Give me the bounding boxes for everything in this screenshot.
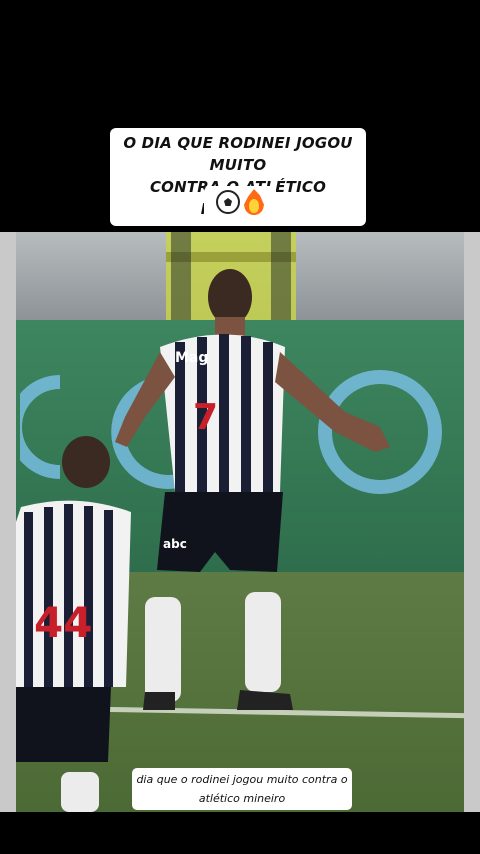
main-player-sponsor: Mag [175,350,208,366]
main-player-number: 7 [193,397,218,438]
caption-line-1: dia que o rodinei jogou muito contra o [136,773,348,786]
caption-line-2: atlético mineiro [198,792,286,805]
title-line-1: O DIA QUE RODINEI JOGOU MUITO [123,134,353,174]
subtitle-caption: dia que o rodinei jogou muito contra o a… [132,768,352,810]
video-frame[interactable]: 7 Mag abc 44 [0,232,480,812]
shorts-sponsor: abc [163,537,187,551]
fire-icon [244,189,264,215]
emoji-overlay [204,186,276,218]
main-player: 7 Mag abc [115,269,390,710]
bottom-black-band [0,812,480,854]
video-right-border [464,232,480,812]
soccer-ball-icon [216,190,240,214]
young-player: 44 [16,436,131,812]
young-player-number: 44 [34,598,92,647]
video-left-border [0,232,16,812]
